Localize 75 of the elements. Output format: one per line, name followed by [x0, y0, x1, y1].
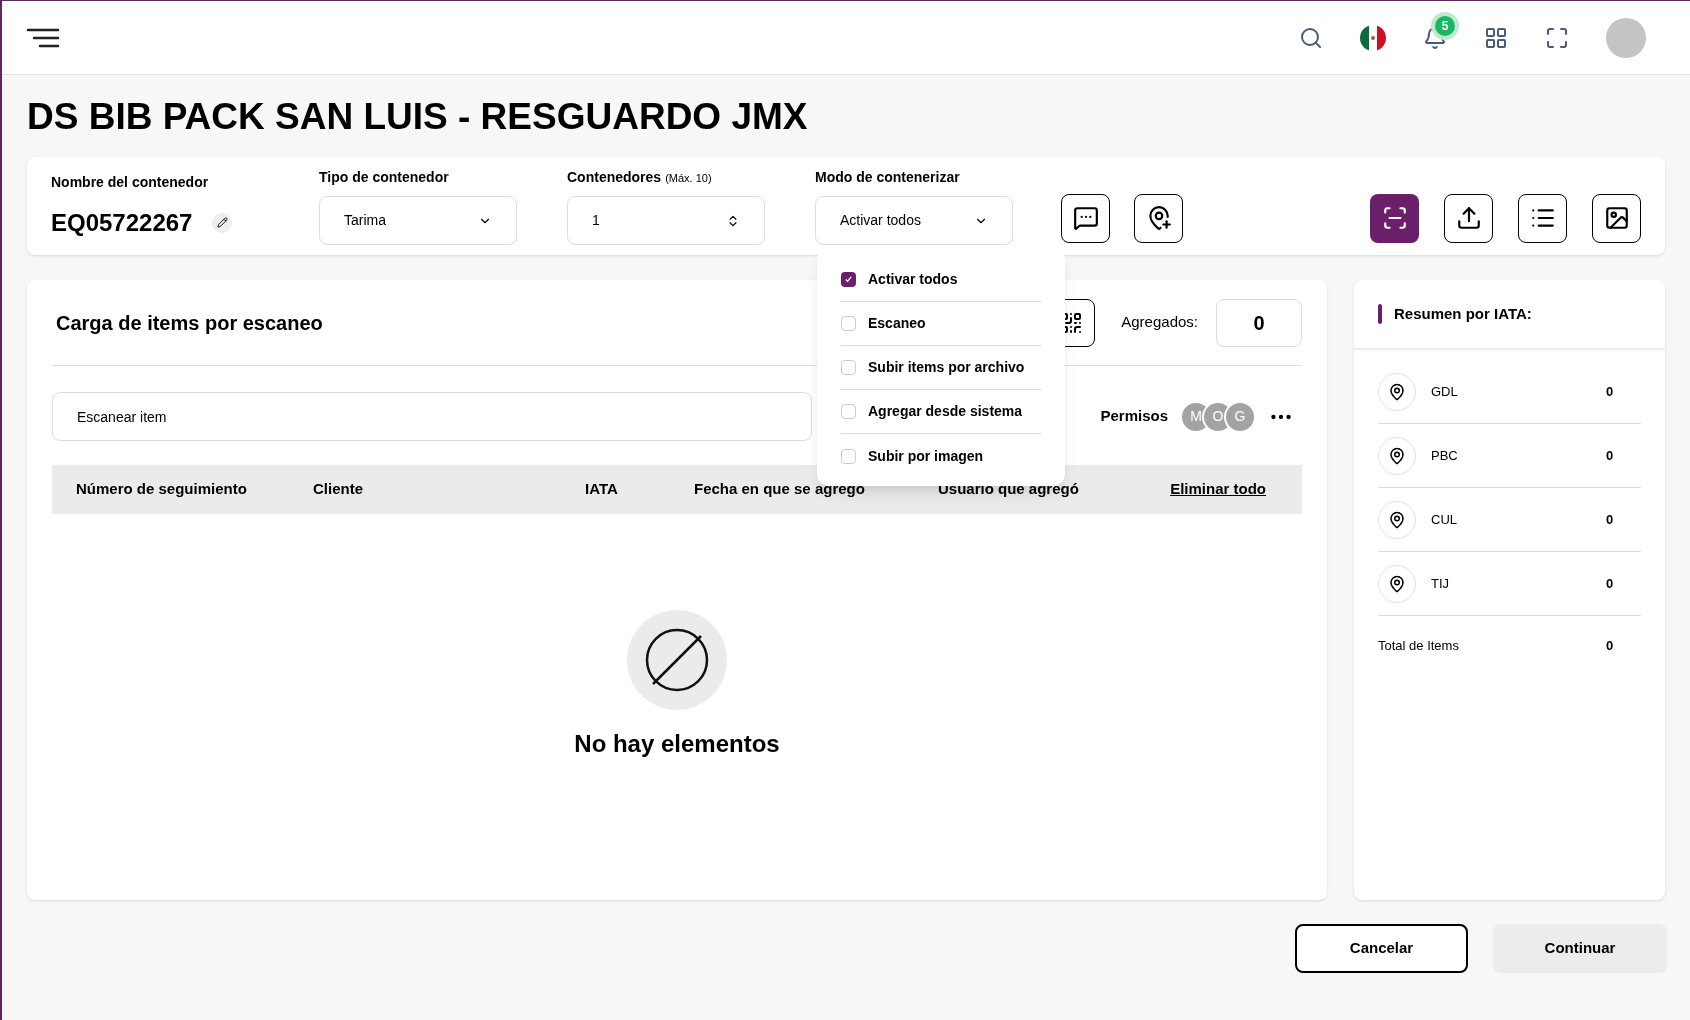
check-icon [844, 275, 853, 284]
image-icon [1603, 205, 1630, 231]
option-label: Subir items por archivo [868, 358, 1025, 377]
container-type-select[interactable]: Tarima [319, 196, 517, 245]
user-initial-avatar: G [1224, 400, 1256, 433]
upload-button[interactable] [1444, 193, 1493, 243]
search-icon[interactable] [1299, 25, 1323, 50]
iata-count: 0 [1606, 382, 1614, 401]
empty-state-text: No hay elementos [574, 729, 780, 759]
column-header: Cliente [313, 479, 364, 500]
flag-icon[interactable] [1360, 24, 1386, 51]
option-checkbox[interactable] [841, 316, 856, 331]
continue-button[interactable]: Continuar [1493, 924, 1667, 973]
add-location-button[interactable] [1134, 193, 1183, 243]
added-count: 0 [1216, 298, 1302, 347]
mode-option[interactable]: Activar todos [841, 258, 1041, 302]
field-label: Nombre del contenedor [51, 172, 210, 192]
field-label: Tipo de contenedor [319, 168, 450, 187]
iata-code: GDL [1431, 382, 1459, 401]
edit-icon[interactable] [212, 212, 233, 233]
mode-option[interactable]: Subir por imagen [841, 434, 1041, 478]
upload-icon [1455, 205, 1482, 231]
iata-count: 0 [1606, 446, 1614, 465]
iata-code: PBC [1431, 446, 1459, 465]
option-checkbox[interactable] [841, 404, 856, 419]
option-label: Agregar desde sistema [868, 402, 1023, 421]
mode-option[interactable]: Subir items por archivo [841, 346, 1041, 390]
cancel-button[interactable]: Cancelar [1295, 924, 1468, 973]
notification-badge: 5 [1435, 15, 1455, 36]
option-checkbox[interactable] [841, 272, 856, 287]
panel-title: Resumen por IATA: [1394, 303, 1532, 324]
pin-glyph-icon [1388, 574, 1406, 593]
field-label: Contenedores [567, 168, 662, 187]
field-hint: (Máx. 10) [665, 171, 712, 186]
permissions-label: Permisos [1100, 406, 1168, 427]
comment-button[interactable] [1061, 193, 1110, 243]
total-label: Total de Items [1378, 637, 1460, 656]
apps-grid-icon[interactable] [1484, 25, 1508, 50]
column-header: Usuario que agregó [938, 479, 1080, 500]
list-button[interactable] [1518, 193, 1567, 243]
iata-count: 0 [1606, 510, 1614, 529]
added-label: Agregados: [1121, 312, 1198, 333]
accent-bar [1378, 304, 1382, 324]
column-header: IATA [585, 479, 619, 500]
menu-icon[interactable] [26, 26, 60, 49]
option-checkbox[interactable] [841, 360, 856, 375]
column-header: Fecha en que se agrego [694, 479, 866, 500]
container-name: EQ05722267 [51, 207, 193, 238]
pin-glyph-icon [1388, 382, 1406, 401]
pin-glyph-icon [1388, 510, 1406, 529]
iata-count: 0 [1606, 574, 1614, 593]
mode-select[interactable]: Activar todos [815, 196, 1013, 245]
empty-state-icon [627, 610, 727, 710]
option-label: Escaneo [868, 314, 926, 333]
iata-code: CUL [1431, 510, 1458, 529]
iata-code: TIJ [1431, 574, 1451, 593]
card-title: Carga de items por escaneo [56, 310, 323, 336]
scan-item-input[interactable]: Escanear item [52, 392, 812, 441]
mode-option[interactable]: Escaneo [841, 302, 1041, 346]
option-checkbox[interactable] [841, 448, 856, 464]
fullscreen-icon[interactable] [1545, 25, 1569, 50]
option-label: Subir por imagen [868, 446, 984, 466]
mode-option[interactable]: Agregar desde sistema [841, 390, 1041, 434]
total-count: 0 [1606, 637, 1614, 656]
pin-glyph-icon [1388, 446, 1406, 465]
scan-icon [1381, 205, 1408, 231]
image-button[interactable] [1592, 193, 1641, 243]
field-label: Modo de contenerizar [815, 168, 961, 187]
clear-all-link[interactable]: Eliminar todo [1170, 478, 1266, 501]
scan-button[interactable] [1370, 193, 1419, 243]
page-title: DS BIB PACK SAN LUIS - RESGUARDO JMX [27, 95, 809, 139]
column-header: Número de seguimiento [76, 479, 248, 500]
container-count-stepper[interactable]: 1 [567, 196, 765, 245]
comment-icon [1072, 205, 1099, 231]
option-label: Activar todos [868, 270, 958, 289]
